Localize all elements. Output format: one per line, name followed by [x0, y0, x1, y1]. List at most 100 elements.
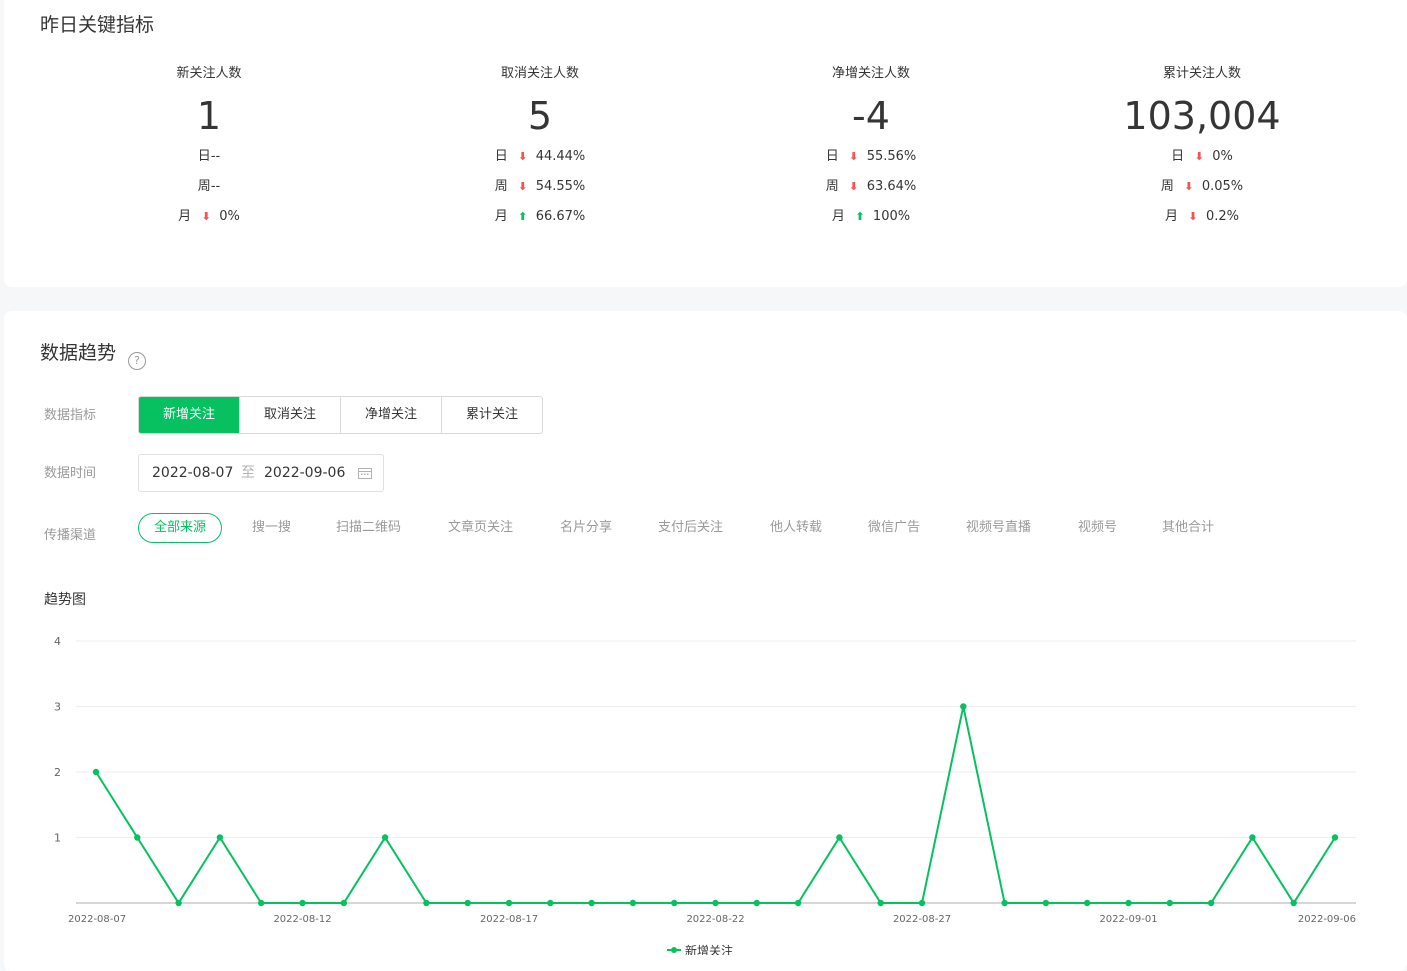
legend-marker — [671, 947, 677, 953]
legend-label: 新增关注 — [685, 943, 733, 955]
period-label: 月 — [1164, 209, 1178, 224]
kpi-total-followers: 累计关注人数 103,004 日 ⬇ 0% 周 ⬇ 0.05% 月 ⬇ 0.2% — [1037, 64, 1367, 232]
key-metrics-title: 昨日关键指标 — [40, 14, 155, 36]
channel-search[interactable]: 搜一搜 — [252, 513, 291, 543]
arrow-up-icon: ⬆ — [855, 210, 865, 223]
data-point — [1249, 834, 1256, 841]
channel-repost[interactable]: 他人转载 — [770, 513, 822, 543]
kpi-value: 1 — [196, 94, 222, 138]
change-value: -- — [210, 149, 221, 164]
channel-article[interactable]: 文章页关注 — [448, 513, 513, 543]
period-label: 周 — [197, 179, 211, 194]
channel-wechat-ads[interactable]: 微信广告 — [868, 513, 920, 543]
kpi-value: 5 — [527, 94, 553, 138]
channel-channels[interactable]: 视频号 — [1078, 513, 1117, 543]
channel-card-share[interactable]: 名片分享 — [560, 513, 612, 543]
data-point — [299, 899, 306, 907]
arrow-down-icon: ⬇ — [518, 150, 528, 163]
metric-new-follow-button[interactable]: 新增关注 — [139, 397, 240, 433]
change-value: 63.64% — [866, 179, 917, 194]
kpi-week-change: 周 ⬇ 63.64% — [706, 172, 1036, 202]
metric-total-follow-button[interactable]: 累计关注 — [442, 397, 542, 433]
channel-qrcode[interactable]: 扫描二维码 — [336, 513, 401, 543]
kpi-day-change: 日 ⬇ 0% — [1037, 142, 1367, 172]
metric-label: 数据指标 — [44, 408, 97, 423]
kpi-month-change: 月 ⬇ 0% — [44, 202, 374, 232]
y-tick-label: 2 — [54, 766, 61, 779]
data-point — [1042, 899, 1050, 907]
data-point — [92, 768, 100, 776]
kpi-week-change: 周 ⬇ 54.55% — [375, 172, 705, 202]
question-circle-icon[interactable]: ? — [128, 352, 146, 370]
kpi-day-change: 日 ⬇ 44.44% — [375, 142, 705, 172]
data-point — [1084, 899, 1091, 907]
change-value: 54.55% — [535, 179, 586, 194]
period-label: 日 — [494, 149, 508, 164]
channel-all[interactable]: 全部来源 — [138, 513, 223, 543]
arrow-down-icon: ⬇ — [1194, 150, 1204, 163]
data-point — [1166, 899, 1174, 907]
change-value: 0.2% — [1205, 209, 1240, 224]
series-line — [95, 706, 1336, 905]
change-value: 0% — [1212, 149, 1233, 164]
channel-others[interactable]: 其他合计 — [1162, 513, 1214, 543]
channel-after-payment[interactable]: 支付后关注 — [658, 513, 723, 543]
arrow-down-icon: ⬇ — [849, 150, 859, 163]
period-label: 月 — [178, 209, 192, 224]
kpi-day-change: 日 ⬇ 55.56% — [706, 142, 1036, 172]
x-tick-label: 2022-08-27 — [893, 914, 951, 925]
data-point — [505, 899, 513, 907]
data-point — [671, 899, 678, 907]
period-label: 周 — [494, 179, 508, 194]
data-point — [960, 703, 967, 710]
kpi-label: 新关注人数 — [176, 66, 242, 81]
kpi-new-followers: 新关注人数 1 日-- 周-- 月 ⬇ 0% — [44, 64, 374, 232]
kpi-net-followers: 净增关注人数 -4 日 ⬇ 55.56% 周 ⬇ 63.64% 月 ⬆ 100% — [706, 64, 1036, 232]
data-point — [134, 834, 141, 841]
change-value: 100% — [872, 209, 911, 224]
kpi-week-change: 周-- — [44, 172, 374, 202]
change-value: 66.67% — [535, 209, 586, 224]
x-tick-label: 2022-09-06 — [1298, 914, 1356, 925]
trend-title: 数据趋势 — [40, 342, 117, 364]
data-point — [1290, 899, 1297, 907]
x-tick-label: 2022-09-01 — [1099, 914, 1157, 925]
y-tick-label: 4 — [54, 635, 61, 648]
data-point — [547, 899, 554, 907]
kpi-month-change: 月 ⬇ 0.2% — [1037, 202, 1367, 232]
kpi-day-change: 日-- — [44, 142, 374, 172]
kpi-month-change: 月 ⬆ 100% — [706, 202, 1036, 232]
change-value: 55.56% — [866, 149, 917, 164]
kpi-label: 累计关注人数 — [1162, 66, 1241, 81]
metric-net-follow-button[interactable]: 净增关注 — [341, 397, 442, 433]
channel-label: 传播渠道 — [44, 528, 97, 543]
x-tick-label: 2022-08-07 — [68, 914, 126, 925]
x-tick-label: 2022-08-17 — [480, 914, 538, 925]
kpi-value: -4 — [852, 94, 890, 138]
data-point — [423, 899, 430, 907]
kpi-value: 103,004 — [1123, 94, 1281, 138]
data-point — [258, 899, 265, 907]
data-point — [1331, 834, 1339, 841]
data-point — [340, 899, 347, 907]
date-separator: 至 — [241, 465, 255, 481]
channel-channels-live[interactable]: 视频号直播 — [966, 513, 1031, 543]
change-value: -- — [210, 179, 221, 194]
data-point — [1207, 899, 1215, 907]
change-value: 0.05% — [1201, 179, 1244, 194]
data-point — [381, 834, 389, 841]
change-value: 44.44% — [535, 149, 586, 164]
date-range-picker[interactable]: 2022-08-07 至 2022-09-06 — [138, 454, 384, 492]
trend-line-chart: 1 2 3 4 2022-08-07 2022-08-12 2022-08-17 2022-0… — [54, 635, 1356, 955]
y-tick-label: 3 — [54, 701, 61, 714]
period-label: 月 — [831, 209, 845, 224]
data-point — [629, 899, 637, 907]
metric-unfollow-button[interactable]: 取消关注 — [240, 397, 341, 433]
calendar-icon — [358, 468, 372, 479]
date-start[interactable]: 2022-08-07 — [152, 455, 233, 491]
kpi-week-change: 周 ⬇ 0.05% — [1037, 172, 1367, 202]
date-end[interactable]: 2022-09-06 — [264, 455, 345, 491]
kpi-unfollowers: 取消关注人数 5 日 ⬇ 44.44% 周 ⬇ 54.55% 月 ⬆ 66.67% — [375, 64, 705, 232]
data-point — [836, 834, 843, 841]
arrow-down-icon: ⬇ — [1184, 180, 1194, 193]
